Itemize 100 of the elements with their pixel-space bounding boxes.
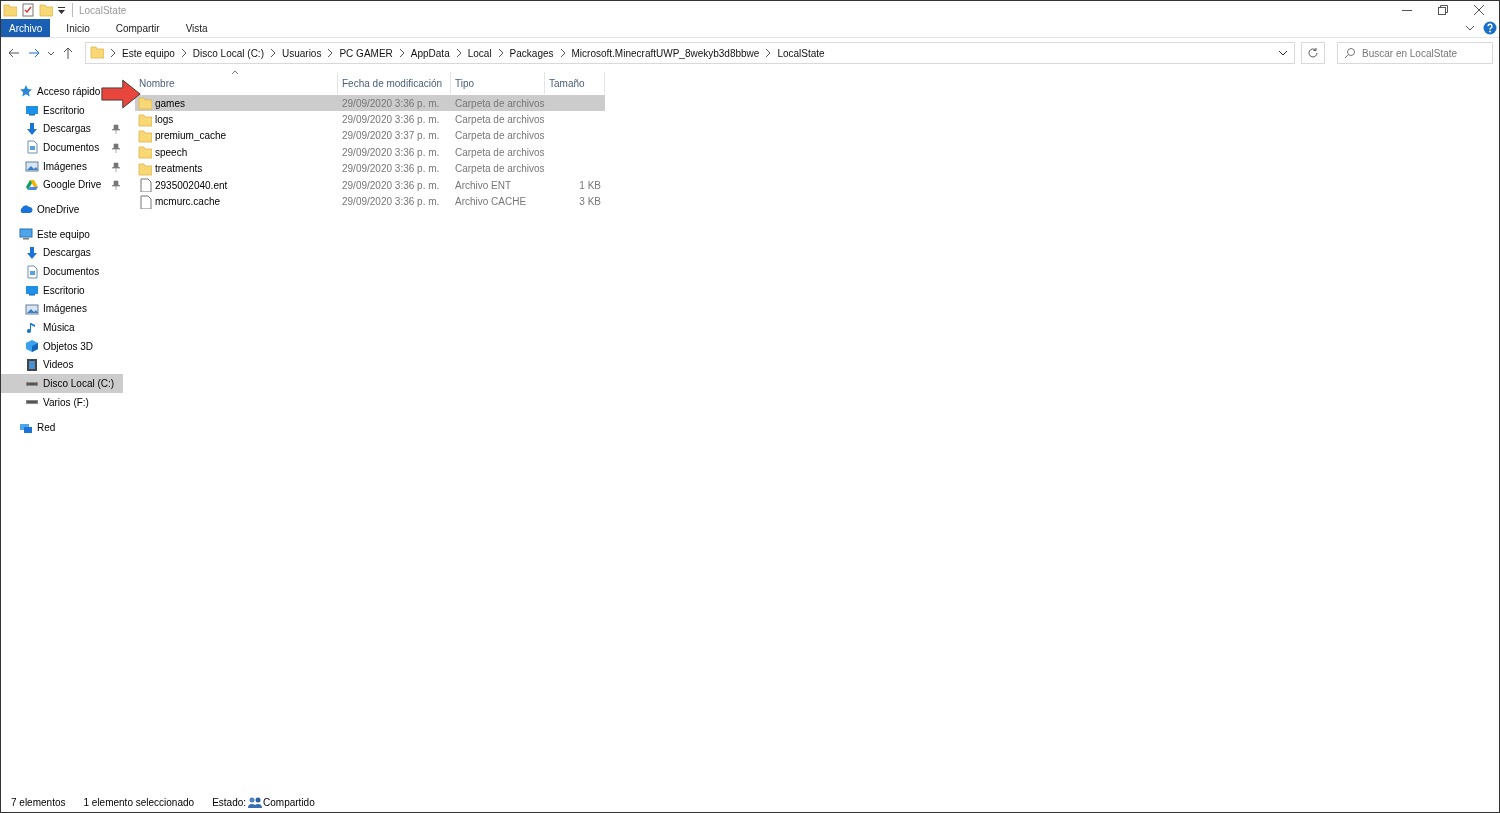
- table-cell-text: Archivo CACHE: [454, 196, 528, 208]
- chevron-down-icon[interactable]: [1465, 23, 1475, 33]
- column-header[interactable]: Fecha de modificación: [338, 72, 451, 94]
- drive-icon: [26, 400, 38, 405]
- desktop-icon: [25, 103, 39, 118]
- table-cell-text: 3 KB: [578, 196, 602, 208]
- document-icon: [25, 264, 39, 279]
- breadcrumb-item[interactable]: Este equipo: [122, 47, 175, 59]
- table-cell-text: 29/09/2020 3:36 p. m.: [341, 196, 441, 208]
- ribbon-tab[interactable]: Vista: [175, 19, 218, 37]
- breadcrumb-item[interactable]: LocalState: [777, 47, 825, 59]
- breadcrumb-item[interactable]: Local: [467, 47, 492, 59]
- drive-icon: [26, 381, 38, 386]
- breadcrumb-item[interactable]: AppData: [410, 47, 450, 59]
- file-name: games: [155, 97, 185, 109]
- breadcrumb-item[interactable]: Usuarios: [281, 47, 322, 59]
- table-cell-text: 29/09/2020 3:36 p. m.: [341, 146, 441, 158]
- nav-item[interactable]: Este equipo: [1, 224, 92, 244]
- file-row[interactable]: treatments 29/09/2020 3:36 p. m. Carpeta de archivos: [135, 160, 605, 177]
- table-cell-text: 1 KB: [578, 179, 602, 191]
- chevron-right-icon: [455, 48, 462, 58]
- folder-icon: [138, 128, 152, 143]
- nav-item[interactable]: Documentos: [1, 138, 123, 157]
- ribbon-tab[interactable]: Compartir: [105, 19, 170, 37]
- pin-icon[interactable]: [111, 143, 121, 154]
- properties-icon[interactable]: [21, 3, 35, 17]
- star-icon: [19, 84, 33, 99]
- chevron-down-icon[interactable]: [1278, 48, 1288, 58]
- chevron-right-icon: [559, 48, 566, 58]
- chevron-right-icon: [497, 48, 504, 58]
- breadcrumb-item[interactable]: Disco Local (C:): [192, 47, 264, 59]
- nav-item[interactable]: Objetos 3D: [1, 336, 96, 356]
- file-row[interactable]: mcmurc.cache 29/09/2020 3:36 p. m. Archivo CACHE 3 KB: [135, 193, 605, 210]
- breadcrumb-item[interactable]: Packages: [509, 47, 554, 59]
- chevron-right-icon: [327, 48, 334, 58]
- pin-icon[interactable]: [111, 180, 121, 191]
- nav-item[interactable]: Google Drive: [1, 175, 123, 195]
- nav-item[interactable]: Documentos: [1, 262, 102, 281]
- nav-item[interactable]: Varios (F:): [1, 393, 91, 412]
- nav-item[interactable]: Imágenes: [1, 299, 89, 319]
- column-header[interactable]: Tamaño: [545, 72, 605, 94]
- chevron-right-icon: [765, 48, 772, 58]
- help-icon[interactable]: [1483, 21, 1497, 35]
- monitor-icon: [19, 227, 33, 242]
- address-bar[interactable]: Este equipo Disco Local (C:) Usuarios PC GAMER AppData Local Packages Microsoft.MinecraftUWP_8wekyb3d8bbwe LocalState: [85, 42, 1295, 64]
- table-cell-text: 29/09/2020 3:36 p. m.: [341, 114, 441, 126]
- nav-item[interactable]: Videos: [1, 355, 76, 375]
- breadcrumb-item[interactable]: PC GAMER: [339, 47, 393, 59]
- nav-item[interactable]: Escritorio: [1, 280, 87, 300]
- pointer-arrow: [101, 77, 141, 111]
- nav-item[interactable]: Música: [1, 318, 77, 337]
- nav-item[interactable]: Disco Local (C:): [1, 374, 123, 393]
- picture-icon: [25, 301, 39, 316]
- file-row[interactable]: speech 29/09/2020 3:36 p. m. Carpeta de archivos: [135, 144, 605, 161]
- file-row[interactable]: games 29/09/2020 3:36 p. m. Carpeta de archivos: [135, 95, 605, 112]
- ribbon-tab[interactable]: Inicio: [56, 19, 100, 37]
- back-icon[interactable]: [7, 46, 21, 60]
- close-icon[interactable]: [1473, 4, 1485, 16]
- folder-icon: [138, 161, 152, 176]
- document-icon: [25, 140, 39, 155]
- nav-item[interactable]: Acceso rápido: [1, 82, 103, 101]
- pin-icon[interactable]: [111, 124, 121, 135]
- nav-item[interactable]: Descargas: [1, 119, 123, 139]
- file-row[interactable]: logs 29/09/2020 3:36 p. m. Carpeta de archivos: [135, 111, 605, 128]
- chevron-right-icon: [180, 48, 187, 58]
- selection-count: 1 elemento seleccionado: [83, 796, 195, 808]
- file-row[interactable]: premium_cache 29/09/2020 3:37 p. m. Carpeta de archivos: [135, 127, 605, 145]
- nav-item[interactable]: OneDrive: [1, 200, 82, 219]
- down-arrow-icon: [25, 121, 39, 136]
- folder-icon: [90, 45, 104, 61]
- table-cell-text: Carpeta de archivos: [454, 114, 545, 126]
- breadcrumb-item[interactable]: Microsoft.MinecraftUWP_8wekyb3d8bbwe: [571, 47, 760, 59]
- search-field[interactable]: Buscar en LocalState: [1337, 42, 1493, 64]
- users-icon: [248, 796, 263, 808]
- nav-item[interactable]: Descargas: [1, 243, 93, 263]
- file-name: premium_cache: [155, 130, 227, 142]
- cube-icon: [25, 339, 39, 354]
- table-cell-text: Carpeta de archivos: [454, 146, 545, 158]
- column-header[interactable]: Tipo: [451, 72, 545, 94]
- nav-item[interactable]: Red: [1, 417, 58, 437]
- nav-item[interactable]: Imágenes: [1, 156, 123, 176]
- desktop-icon: [25, 283, 39, 298]
- file-name: speech: [155, 146, 188, 158]
- ribbon-tab[interactable]: Archivo: [1, 19, 51, 37]
- chevron-right-icon: [110, 48, 116, 58]
- status-value: Compartido: [263, 796, 315, 808]
- triangle-logo-icon: [25, 177, 39, 192]
- pin-icon[interactable]: [111, 161, 121, 172]
- chevron-right-icon: [269, 48, 276, 58]
- up-arrow-icon[interactable]: [61, 46, 75, 60]
- sort-caret-icon: [231, 70, 239, 75]
- table-cell-text: 29/09/2020 3:36 p. m.: [341, 163, 441, 175]
- status-label: Estado:: [212, 796, 247, 808]
- file-row[interactable]: 2935002040.ent 29/09/2020 3:36 p. m. Archivo ENT 1 KB: [135, 176, 605, 194]
- restore-icon[interactable]: [1437, 4, 1449, 16]
- file-name: logs: [155, 114, 174, 126]
- forward-icon[interactable]: [27, 46, 41, 60]
- table-cell-text: Carpeta de archivos: [454, 130, 545, 142]
- refresh-icon[interactable]: [1307, 47, 1319, 59]
- nav-item[interactable]: Escritorio: [1, 100, 87, 120]
